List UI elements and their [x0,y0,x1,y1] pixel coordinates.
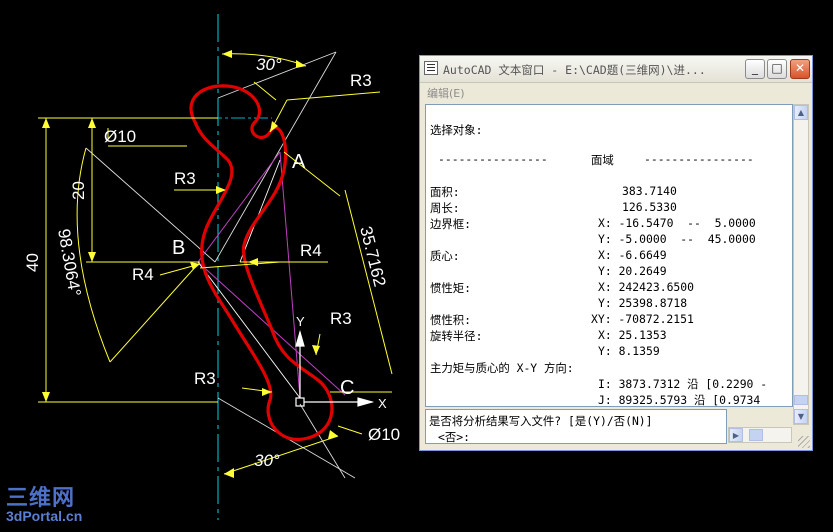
command-line-area[interactable]: 是否将分析结果写入文件? [是(Y)/否(N)] <否>: [425,409,727,444]
axis-x-label: X [378,396,387,411]
autocad-app-icon[interactable] [424,61,438,75]
scroll-down-icon[interactable]: ▼ [794,409,808,424]
angle-bottom-label: 30° [254,451,280,470]
dimension-arrows [42,50,338,478]
dim-length-label: 35.7162 [356,224,389,288]
r3-left-label: R3 [174,169,196,188]
dim-angle-arc-label: 98.3064° [54,227,85,298]
axis-y-label: Y [296,314,305,329]
inertia-y-value: Y: 25398.8718 [598,296,688,310]
dim-20-label: 20 [69,181,88,200]
watermark-url: 3dPortal.cn [6,508,83,524]
minimize-button[interactable]: _ [745,59,765,79]
watermark-logo: 三维网 3dPortal.cn [6,480,82,524]
area-label: 面积: [430,185,460,199]
perimeter-value: 126.5330 [622,200,677,214]
region-heading: 面域 [591,153,614,167]
separator-left: ---------------- [438,152,548,166]
vertical-scrollbar[interactable]: ▲ ▼ [793,104,809,425]
title-bar[interactable]: AutoCAD 文本窗口 - E:\CAD题(三维网)\进... _ □ ✕ [420,56,812,83]
bbox-label: 边界框: [430,217,472,231]
point-c-label: C [340,377,354,399]
scroll-up-icon[interactable]: ▲ [794,105,808,120]
principal-moments-label: 主力矩与质心的 X-Y 方向: [430,361,574,375]
scroll-right-icon[interactable]: ▶ [729,428,743,442]
construction-lines [85,51,356,479]
autocad-text-window[interactable]: AutoCAD 文本窗口 - E:\CAD题(三维网)\进... _ □ ✕ 编… [419,55,813,451]
select-objects-line: 选择对象: [430,123,483,137]
r4-left-label: R4 [132,265,154,284]
close-button[interactable]: ✕ [790,59,810,79]
vertical-scroll-thumb[interactable] [794,395,808,405]
product-inertia-value: XY: -70872.2151 [591,312,694,326]
point-b-label: B [172,237,185,259]
window-title: AutoCAD 文本窗口 - E:\CAD题(三维网)\进... [443,63,706,77]
menu-bar: 编辑(E) [420,83,812,101]
bbox-y-value: Y: -5.0000 -- 45.0000 [598,232,756,246]
gyration-radii-label: 旋转半径: [430,329,483,343]
text-output-area[interactable]: 选择对象: ---------------- 面域 --------------… [425,104,793,407]
area-value: 383.7140 [622,184,677,198]
resize-grip-icon[interactable] [798,436,810,448]
centroid-y-value: Y: 20.2649 [598,264,667,278]
angle-top-label: 30° [256,55,282,74]
gyration-radii-x-value: X: 25.1353 [598,328,667,342]
principal-moment-j: J: 89325.5793 沿 [0.9734 [598,393,761,407]
horizontal-scrollbar[interactable]: ◀ ▶ [728,427,792,443]
dim-40-label: 40 [23,253,42,272]
ucs-icon [295,329,375,407]
dia-top-label: Ø10 [104,127,136,146]
horizontal-scroll-thumb[interactable] [749,429,763,441]
product-inertia-label: 惯性积: [430,313,472,327]
maximize-button[interactable]: □ [767,59,787,79]
r3-right-label: R3 [330,309,352,328]
command-prompt-text: 是否将分析结果写入文件? [是(Y)/否(N)] [429,414,653,428]
dimension-lines [38,53,393,475]
dia-bottom-label: Ø10 [368,425,400,444]
point-a-label: A [292,151,306,173]
r3-bottom-left-label: R3 [194,369,216,388]
menu-edit[interactable]: 编辑(E) [427,85,465,101]
command-default-text: <否>: [438,430,470,444]
r4-right-label: R4 [300,241,322,260]
centroid-x-value: X: -6.6649 [598,248,667,262]
inertia-label: 惯性矩: [430,281,472,295]
perimeter-label: 周长: [430,201,460,215]
principal-moment-i: I: 3873.7312 沿 [0.2290 - [598,377,768,391]
bbox-x-value: X: -16.5470 -- 5.0000 [598,216,756,230]
inertia-x-value: X: 242423.6500 [598,280,695,294]
gyration-radii-y-value: Y: 8.1359 [598,344,660,358]
separator-right: ---------------- [644,152,754,166]
centroid-label: 质心: [430,249,460,263]
r3-top-right-label: R3 [350,71,372,90]
